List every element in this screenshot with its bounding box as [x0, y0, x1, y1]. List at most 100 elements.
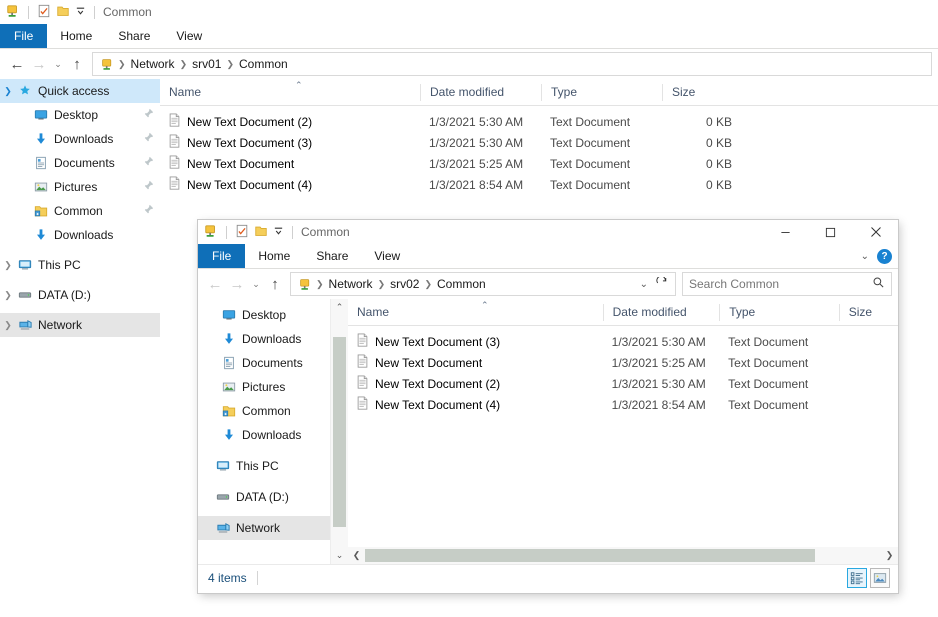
pin-icon[interactable] — [143, 204, 154, 218]
minimize-button[interactable] — [763, 220, 808, 244]
explorer-window-srv02[interactable]: Common File Home Share View ⌄ ? ← → ⌄ ↑ — [198, 220, 898, 593]
customize-dropdown-icon[interactable] — [273, 225, 284, 239]
table-row[interactable]: New Text Document (4) 1/3/2021 8:54 AM T… — [160, 174, 938, 195]
chevron-down-icon[interactable]: ❯ — [0, 86, 16, 97]
file-list-pane[interactable]: Name Date modified Type Size ⌃ New Text … — [348, 299, 898, 564]
sidebar-item-documents[interactable]: Documents — [0, 151, 160, 175]
address-bar[interactable]: ← → ⌄ ↑ ❯ Network ❯ srv02 ❯ Common ⌄ Sea… — [198, 269, 898, 299]
breadcrumb-server[interactable]: srv02 — [386, 277, 423, 291]
sidebar-item-this-pc[interactable]: This PC — [198, 454, 348, 478]
table-row[interactable]: New Text Document (4) 1/3/2021 8:54 AM T… — [348, 394, 898, 415]
column-headers[interactable]: Name Date modified Type Size ⌃ — [160, 79, 938, 106]
pin-icon[interactable] — [143, 156, 154, 170]
refresh-icon[interactable] — [656, 277, 668, 292]
breadcrumb-folder[interactable]: Common — [235, 57, 292, 71]
properties-icon[interactable] — [37, 4, 51, 21]
scroll-up-arrow[interactable]: ⌃ — [331, 299, 348, 316]
pin-icon[interactable] — [143, 108, 154, 122]
column-header-name[interactable]: Name — [348, 304, 603, 321]
tab-share[interactable]: Share — [303, 244, 361, 268]
table-row[interactable]: New Text Document (3) 1/3/2021 5:30 AM T… — [348, 331, 898, 352]
new-folder-icon[interactable] — [56, 4, 70, 21]
sidebar-item-network[interactable]: Network — [198, 516, 348, 540]
new-folder-icon[interactable] — [254, 224, 268, 241]
tab-file[interactable]: File — [198, 244, 245, 268]
table-row[interactable]: New Text Document 1/3/2021 5:25 AM Text … — [160, 153, 938, 174]
chevron-right-icon[interactable]: ❯ — [0, 320, 16, 331]
up-button[interactable]: ↑ — [66, 53, 88, 75]
address-bar[interactable]: ← → ⌄ ↑ ❯ Network ❯ srv01 ❯ Common — [0, 49, 938, 79]
column-headers[interactable]: Name Date modified Type Size ⌃ — [348, 299, 898, 326]
chevron-right-icon[interactable]: ❯ — [0, 290, 16, 301]
sidebar-item-this-pc[interactable]: ❯ This PC — [0, 253, 160, 277]
sidebar-item-downloads[interactable]: Downloads — [198, 327, 348, 351]
sidebar-item-desktop[interactable]: Desktop — [0, 103, 160, 127]
view-mode-buttons[interactable] — [847, 568, 898, 588]
up-button[interactable]: ↑ — [264, 273, 286, 295]
scroll-right-arrow[interactable]: ❯ — [881, 550, 898, 561]
network-folder-icon[interactable] — [6, 4, 20, 21]
large-icons-view-button[interactable] — [870, 568, 890, 588]
ribbon-tabs[interactable]: File Home Share View — [0, 24, 938, 49]
properties-icon[interactable] — [235, 224, 249, 241]
chevron-down-icon[interactable]: ⌄ — [861, 251, 869, 262]
title-bar[interactable]: Common — [198, 220, 898, 244]
tab-file[interactable]: File — [0, 24, 47, 48]
table-row[interactable]: New Text Document (3) 1/3/2021 5:30 AM T… — [160, 132, 938, 153]
recent-locations-icon[interactable]: ⌄ — [50, 53, 66, 75]
navigation-pane[interactable]: ❯ Quick access Desktop Downloa — [0, 79, 160, 614]
navigation-pane[interactable]: Desktop Downloads Documents — [198, 299, 348, 564]
sidebar-item-network[interactable]: ❯ Network — [0, 313, 160, 337]
table-row[interactable]: New Text Document (2) 1/3/2021 5:30 AM T… — [160, 111, 938, 132]
sidebar-item-quick-access[interactable]: ❯ Quick access — [0, 79, 160, 103]
nav-pane-scrollbar[interactable]: ⌃ ⌄ — [330, 299, 348, 564]
sidebar-item-downloads-2[interactable]: Downloads — [198, 423, 348, 447]
scroll-down-arrow[interactable]: ⌄ — [331, 547, 348, 564]
file-list-horizontal-scrollbar[interactable]: ❮ ❯ — [348, 547, 898, 564]
ribbon-right-controls[interactable]: ⌄ ? — [861, 244, 892, 268]
pin-icon[interactable] — [143, 132, 154, 146]
sidebar-item-downloads[interactable]: Downloads — [0, 127, 160, 151]
window-controls[interactable] — [763, 220, 898, 244]
sidebar-item-common[interactable]: Common — [198, 399, 348, 423]
tab-home[interactable]: Home — [47, 24, 105, 48]
tab-home[interactable]: Home — [245, 244, 303, 268]
tab-view[interactable]: View — [361, 244, 413, 268]
help-button[interactable]: ? — [877, 249, 892, 264]
breadcrumb[interactable]: ❯ Network ❯ srv01 ❯ Common — [92, 52, 932, 76]
pin-icon[interactable] — [143, 180, 154, 194]
recent-locations-icon[interactable]: ⌄ — [248, 273, 264, 295]
column-header-date[interactable]: Date modified — [420, 84, 541, 101]
tab-share[interactable]: Share — [105, 24, 163, 48]
table-row[interactable]: New Text Document 1/3/2021 5:25 AM Text … — [348, 352, 898, 373]
back-button[interactable]: ← — [6, 53, 28, 75]
column-header-date[interactable]: Date modified — [603, 304, 720, 321]
address-dropdown-icon[interactable]: ⌄ — [640, 279, 648, 290]
scroll-left-arrow[interactable]: ❮ — [348, 550, 365, 561]
table-row[interactable]: New Text Document (2) 1/3/2021 5:30 AM T… — [348, 373, 898, 394]
quick-access-toolbar[interactable] — [6, 4, 98, 21]
column-header-size[interactable]: Size — [839, 304, 898, 321]
sidebar-item-pictures[interactable]: Pictures — [198, 375, 348, 399]
breadcrumb-network[interactable]: Network — [127, 57, 179, 71]
title-bar[interactable]: Common — [0, 0, 938, 24]
maximize-button[interactable] — [808, 220, 853, 244]
column-header-type[interactable]: Type — [719, 304, 839, 321]
scrollbar-thumb[interactable] — [333, 337, 346, 527]
breadcrumb-server[interactable]: srv01 — [188, 57, 225, 71]
column-header-name[interactable]: Name — [160, 84, 420, 101]
search-icon[interactable] — [872, 276, 885, 292]
breadcrumb-network[interactable]: Network — [325, 277, 377, 291]
search-input[interactable]: Search Common — [682, 272, 892, 296]
quick-access-toolbar[interactable] — [204, 224, 296, 241]
details-view-button[interactable] — [847, 568, 867, 588]
tab-view[interactable]: View — [163, 24, 215, 48]
close-button[interactable] — [853, 220, 898, 244]
chevron-right-icon[interactable]: ❯ — [0, 260, 16, 271]
ribbon-tabs[interactable]: File Home Share View ⌄ ? — [198, 244, 898, 269]
scrollbar-thumb[interactable] — [365, 549, 815, 562]
sidebar-item-data-drive[interactable]: ❯ DATA (D:) — [0, 283, 160, 307]
sidebar-item-desktop[interactable]: Desktop — [198, 303, 348, 327]
sidebar-item-documents[interactable]: Documents — [198, 351, 348, 375]
breadcrumb[interactable]: ❯ Network ❯ srv02 ❯ Common ⌄ — [290, 272, 676, 296]
